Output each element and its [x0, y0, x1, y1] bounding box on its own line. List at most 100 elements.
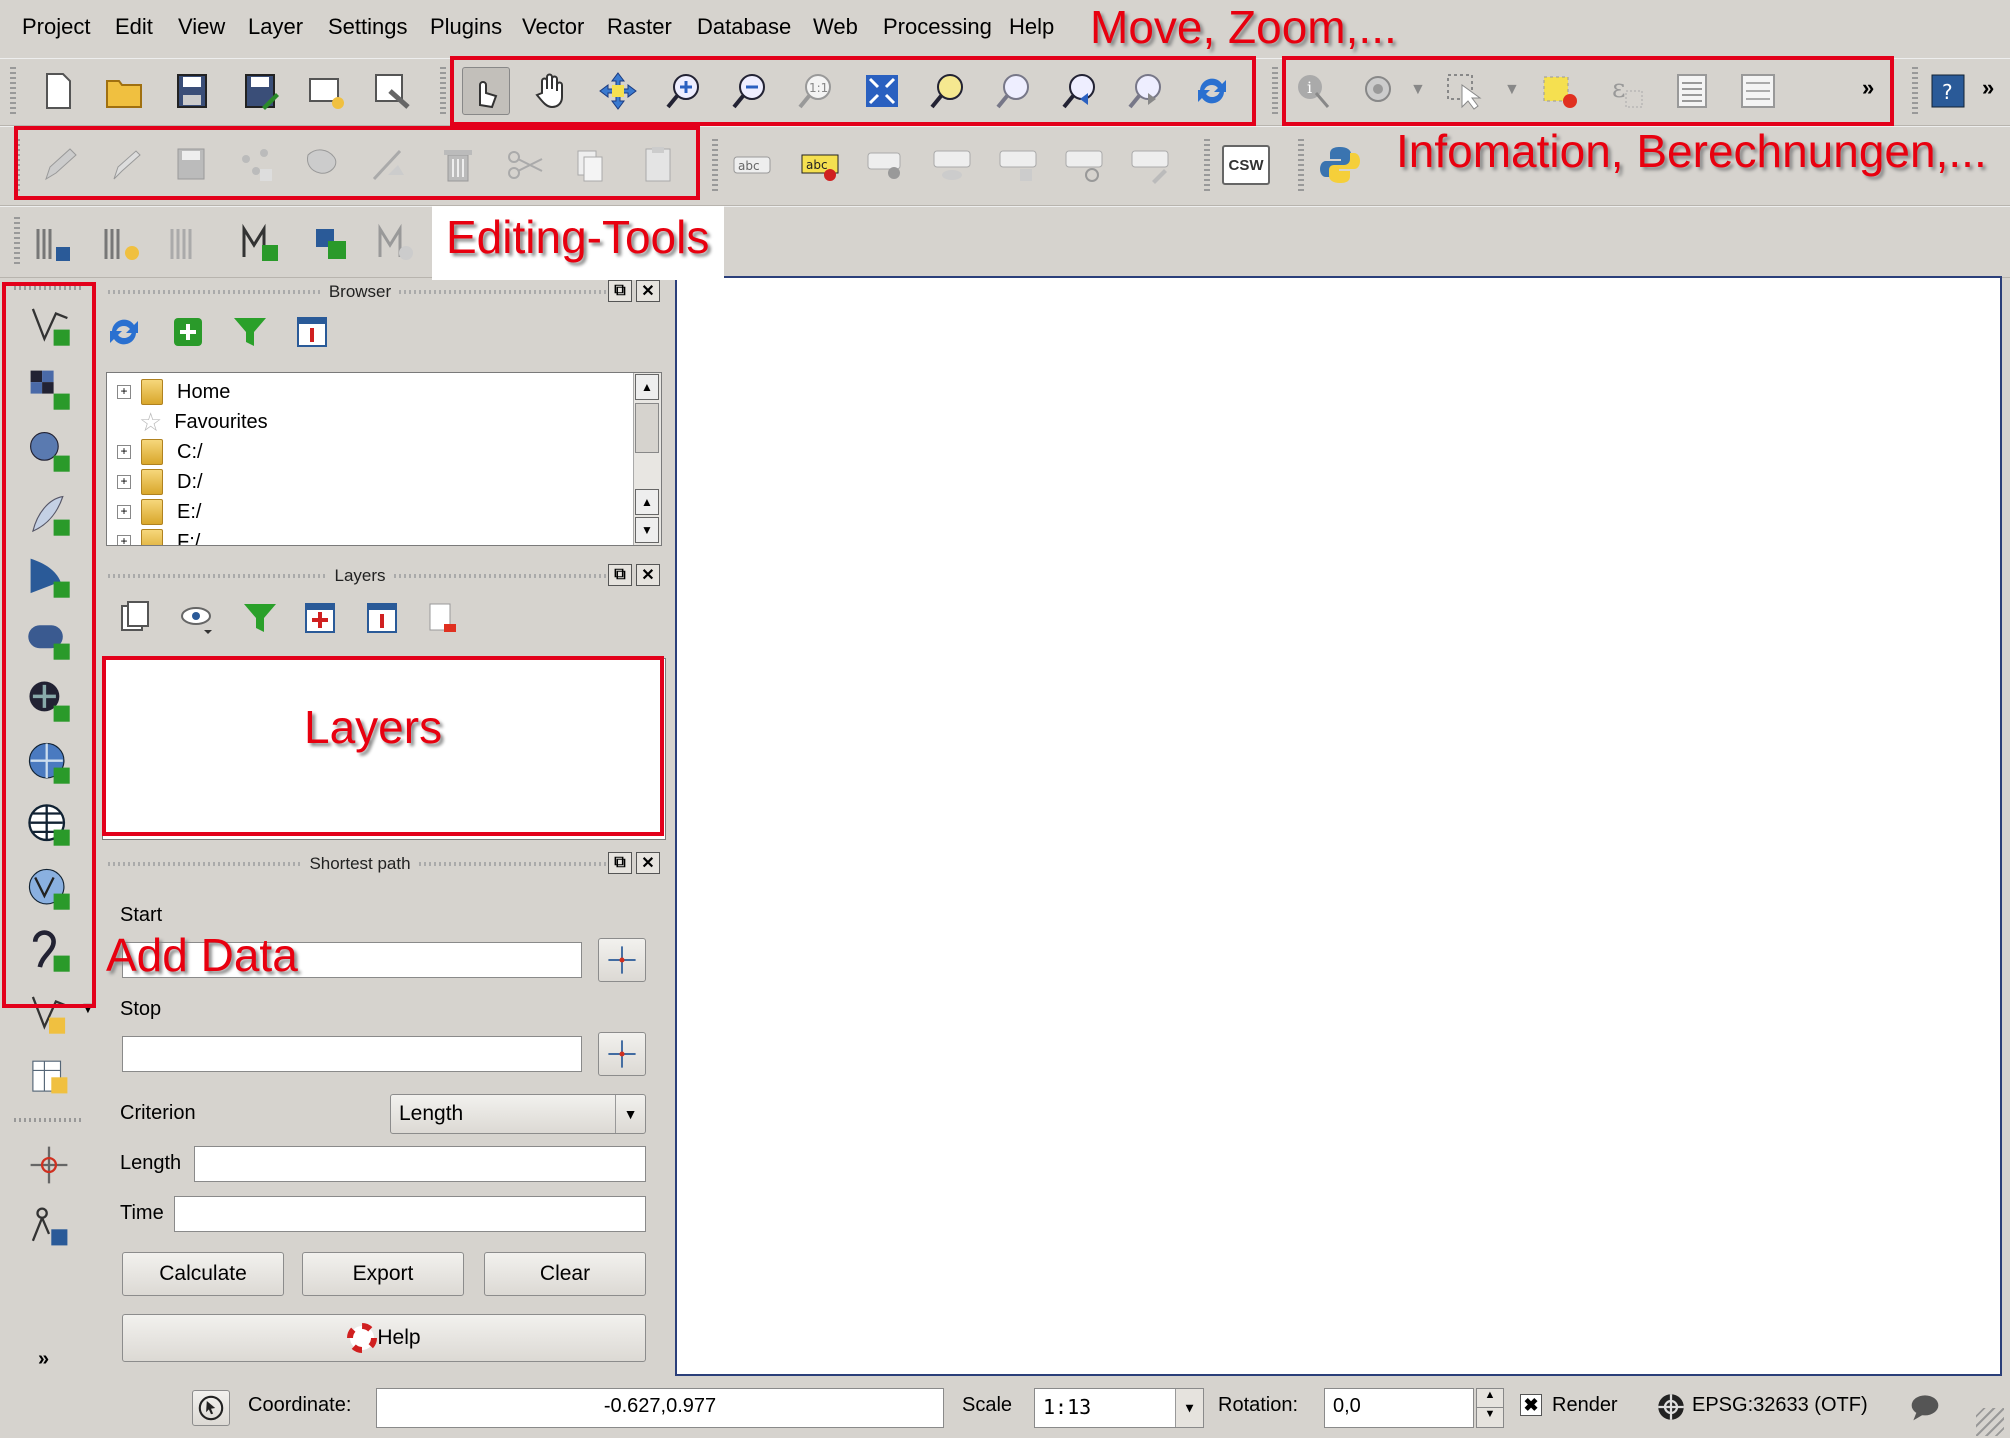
- toolbar-grip[interactable]: [14, 1118, 84, 1122]
- menu-web[interactable]: Web: [813, 14, 858, 40]
- paste-features-icon[interactable]: [634, 141, 682, 189]
- deselect-all-icon[interactable]: [1536, 67, 1584, 115]
- calculate-button[interactable]: Calculate: [122, 1252, 284, 1296]
- pan-map-icon[interactable]: [528, 67, 576, 115]
- toolbar-grip[interactable]: [10, 67, 16, 117]
- whats-this-help-icon[interactable]: ?: [1924, 67, 1972, 115]
- scroll-up-icon[interactable]: ▲: [635, 374, 659, 400]
- scrollbar-thumb[interactable]: [635, 403, 659, 453]
- close-panel-button[interactable]: ✕: [636, 852, 660, 874]
- toolbar-grip[interactable]: [712, 139, 718, 193]
- menu-processing[interactable]: Processing: [883, 14, 992, 40]
- add-group-icon[interactable]: [114, 598, 154, 638]
- new-gps-layer-icon[interactable]: [98, 219, 146, 267]
- collapse-all-icon[interactable]: [292, 312, 332, 352]
- attribute-table-icon[interactable]: [1668, 67, 1716, 115]
- toolbar-grip[interactable]: [1298, 139, 1304, 193]
- menu-edit[interactable]: Edit: [115, 14, 153, 40]
- add-gps-layer-icon[interactable]: [30, 219, 78, 267]
- statistical-summary-icon[interactable]: [1734, 67, 1782, 115]
- add-feature-icon[interactable]: [232, 141, 280, 189]
- clear-button[interactable]: Clear: [484, 1252, 646, 1296]
- menu-help[interactable]: Help: [1009, 14, 1054, 40]
- new-shapefile-layer-icon[interactable]: [22, 986, 76, 1040]
- toolbar-grip[interactable]: [14, 139, 20, 193]
- highlight-pinned-labels-icon[interactable]: abc: [796, 141, 844, 189]
- zoom-full-icon[interactable]: [858, 67, 906, 115]
- toolbar-grip[interactable]: [440, 67, 446, 117]
- toolbar-more-icon[interactable]: »: [38, 1348, 49, 1371]
- float-panel-button[interactable]: ⧉: [608, 564, 632, 586]
- zoom-in-icon[interactable]: [660, 67, 708, 115]
- layer-labeling-icon[interactable]: abc: [728, 141, 776, 189]
- spin-up-icon[interactable]: ▲: [1477, 1389, 1503, 1408]
- rotation-field[interactable]: 0,0: [1324, 1388, 1474, 1428]
- table-manager-icon[interactable]: [22, 1048, 76, 1102]
- filter-legend-icon[interactable]: [240, 598, 280, 638]
- map-canvas[interactable]: [675, 276, 2002, 1376]
- refresh-browser-icon[interactable]: [104, 312, 144, 352]
- expand-all-icon[interactable]: [300, 598, 340, 638]
- save-project-icon[interactable]: [168, 67, 216, 115]
- add-wms-layer-icon[interactable]: [22, 736, 76, 790]
- spin-down-icon[interactable]: ▼: [1477, 1408, 1503, 1427]
- scale-combo[interactable]: 1:13 ▼: [1034, 1388, 1204, 1428]
- chevron-down-icon[interactable]: ▼: [1504, 81, 1520, 99]
- collapse-all-icon[interactable]: [362, 598, 402, 638]
- criterion-select[interactable]: Length ▼: [390, 1094, 646, 1134]
- coordinate-field[interactable]: -0.627,0.977: [376, 1388, 944, 1428]
- zoom-native-resolution-icon[interactable]: 1:1: [792, 67, 840, 115]
- capture-stop-point-button[interactable]: [598, 1032, 646, 1076]
- menu-layer[interactable]: Layer: [248, 14, 303, 40]
- menu-database[interactable]: Database: [697, 14, 791, 40]
- add-oracle-layer-icon[interactable]: [22, 612, 76, 666]
- delete-selected-icon[interactable]: [434, 141, 482, 189]
- pan-to-selection-icon[interactable]: [594, 67, 642, 115]
- tree-item-home[interactable]: + Home: [117, 377, 230, 407]
- help-button[interactable]: Help: [122, 1314, 646, 1362]
- chevron-down-icon[interactable]: ▼: [1410, 81, 1426, 99]
- toolbar-grip[interactable]: [14, 286, 84, 290]
- menu-raster[interactable]: Raster: [607, 14, 672, 40]
- zoom-out-icon[interactable]: [726, 67, 774, 115]
- toggle-extents-mouse-button[interactable]: [192, 1390, 230, 1426]
- add-mesh-layer-icon[interactable]: [236, 219, 284, 267]
- tree-item-favourites[interactable]: ☆ Favourites: [117, 407, 268, 437]
- move-feature-icon[interactable]: [298, 141, 346, 189]
- open-project-icon[interactable]: [100, 67, 148, 115]
- show-hide-labels-icon[interactable]: [928, 141, 976, 189]
- float-panel-button[interactable]: ⧉: [608, 852, 632, 874]
- toolbar-overflow-button-2[interactable]: »: [1982, 75, 1994, 101]
- zoom-next-icon[interactable]: [1122, 67, 1170, 115]
- time-output-field[interactable]: [174, 1196, 646, 1232]
- zoom-last-icon[interactable]: [1056, 67, 1104, 115]
- touch-zoom-pan-icon[interactable]: [462, 67, 510, 115]
- add-wfs-layer-icon[interactable]: [22, 862, 76, 916]
- toolbar-overflow-button[interactable]: »: [1862, 75, 1874, 101]
- tree-item-f[interactable]: + F:/: [117, 527, 200, 545]
- chevron-down-icon[interactable]: ▼: [1175, 1389, 1203, 1427]
- add-selected-layer-icon[interactable]: [168, 312, 208, 352]
- new-project-icon[interactable]: [34, 67, 82, 115]
- close-panel-button[interactable]: ✕: [636, 280, 660, 302]
- new-print-composer-icon[interactable]: [302, 67, 350, 115]
- remove-layer-icon[interactable]: [422, 598, 462, 638]
- add-db2-layer-icon[interactable]: [22, 674, 76, 728]
- save-layer-edits-icon[interactable]: [168, 141, 216, 189]
- add-wcs-layer-icon[interactable]: [22, 798, 76, 852]
- browser-scrollbar[interactable]: ▲ ▲ ▼: [633, 373, 661, 545]
- zoom-to-layer-icon[interactable]: [990, 67, 1038, 115]
- crs-status[interactable]: EPSG:32633 (OTF): [1692, 1394, 1868, 1417]
- gps-layer-disabled-icon[interactable]: [164, 219, 212, 267]
- rotation-spinner[interactable]: ▲ ▼: [1476, 1388, 1504, 1428]
- rotate-label-icon[interactable]: [1060, 141, 1108, 189]
- csw-button[interactable]: CSW: [1222, 145, 1270, 185]
- cut-features-icon[interactable]: [502, 141, 550, 189]
- road-graph-icon[interactable]: [22, 1200, 76, 1254]
- chevron-down-icon[interactable]: ▼: [615, 1095, 645, 1133]
- add-spatialite-layer-icon[interactable]: [22, 488, 76, 542]
- change-label-icon[interactable]: [1126, 141, 1174, 189]
- scroll-down-icon[interactable]: ▼: [635, 517, 659, 543]
- run-feature-action-icon[interactable]: [1356, 67, 1404, 115]
- add-vector-layer-icon[interactable]: [22, 298, 76, 352]
